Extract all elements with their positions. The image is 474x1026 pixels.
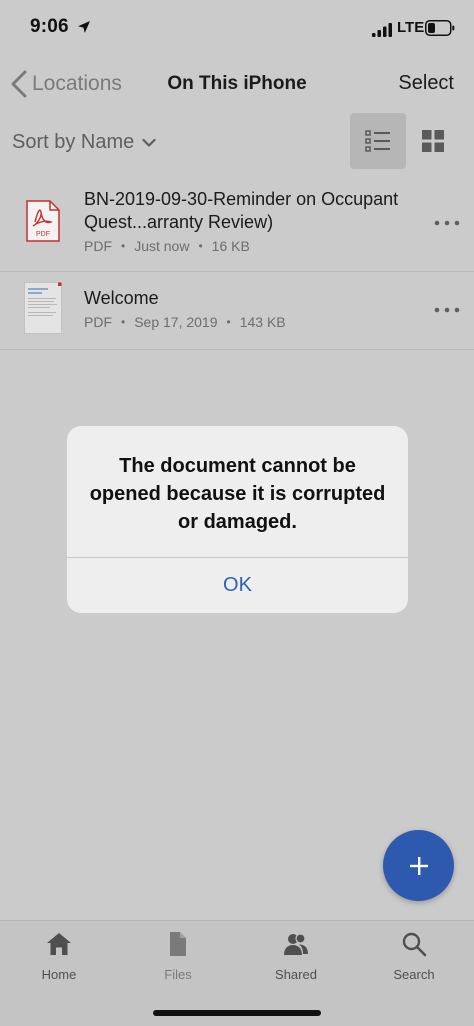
chevron-down-icon: [142, 138, 156, 147]
network-type: LTE: [397, 19, 425, 36]
back-button[interactable]: Locations: [10, 68, 122, 100]
file-meta: PDF • Just now • 16 KB: [84, 238, 250, 254]
search-icon: [402, 932, 427, 957]
file-date: Sep 17, 2019: [134, 314, 218, 330]
file-row[interactable]: PDF BN-2019-09-30-Reminder on Occupant Q…: [0, 174, 474, 272]
back-label: Locations: [32, 72, 122, 95]
grid-view-button[interactable]: [418, 126, 448, 156]
list-view-icon: [365, 130, 390, 152]
file-size: 16 KB: [211, 238, 250, 254]
sort-label: Sort by Name: [12, 131, 135, 153]
status-time: 9:06: [30, 16, 69, 37]
ok-button[interactable]: OK: [67, 558, 408, 613]
tab-shared[interactable]: Shared: [246, 931, 346, 991]
files-icon: [170, 932, 186, 956]
tab-label: Files: [164, 967, 192, 982]
more-options-icon[interactable]: [434, 217, 460, 229]
chevron-left-icon: [11, 70, 27, 98]
list-view-button[interactable]: [350, 113, 406, 169]
tab-home[interactable]: Home: [9, 931, 109, 991]
add-button[interactable]: [383, 830, 454, 901]
file-type: PDF: [84, 238, 112, 254]
meta-separator: •: [226, 315, 231, 329]
file-size: 143 KB: [239, 314, 286, 330]
file-list: PDF BN-2019-09-30-Reminder on Occupant Q…: [0, 174, 474, 350]
more-options-icon[interactable]: [434, 304, 460, 316]
tab-files[interactable]: Files: [128, 931, 228, 991]
grid-view-icon: [422, 130, 444, 152]
document-thumbnail-icon: [24, 282, 62, 334]
meta-separator: •: [121, 315, 126, 329]
select-button[interactable]: Select: [398, 72, 454, 95]
tab-search[interactable]: Search: [364, 931, 464, 991]
file-row[interactable]: Welcome PDF • Sep 17, 2019 • 143 KB: [0, 272, 474, 350]
file-name: BN-2019-09-30-Reminder on Occupant Quest…: [84, 189, 399, 232]
tab-label: Home: [41, 967, 77, 982]
location-arrow-icon: [78, 21, 90, 33]
home-indicator: [153, 1010, 321, 1016]
sort-button[interactable]: Sort by Name: [12, 131, 156, 154]
plus-icon: [409, 856, 428, 875]
battery-icon: [425, 20, 455, 36]
tab-label: Search: [393, 967, 435, 982]
file-type: PDF: [84, 314, 112, 330]
meta-separator: •: [121, 239, 126, 253]
file-meta: PDF • Sep 17, 2019 • 143 KB: [84, 314, 286, 330]
signal-icon: [372, 23, 392, 37]
pdf-file-icon: PDF: [26, 200, 60, 242]
nav-bar: Locations On This iPhone Select: [0, 56, 474, 112]
screen: 9:06 LTE Locations On This iPhone Select: [0, 0, 474, 1026]
shared-users-icon: [284, 933, 308, 955]
meta-separator: •: [198, 239, 203, 253]
status-bar: 9:06 LTE: [0, 0, 474, 56]
alert-message: The document cannot be opened because it…: [89, 455, 386, 533]
home-icon: [47, 933, 71, 955]
file-name: Welcome: [84, 288, 159, 308]
error-alert-dialog: The document cannot be opened because it…: [67, 426, 408, 613]
sort-bar: Sort by Name: [0, 112, 474, 174]
file-date: Just now: [134, 238, 190, 254]
pdf-icon-label: PDF: [36, 231, 50, 238]
tab-label: Shared: [275, 967, 317, 982]
